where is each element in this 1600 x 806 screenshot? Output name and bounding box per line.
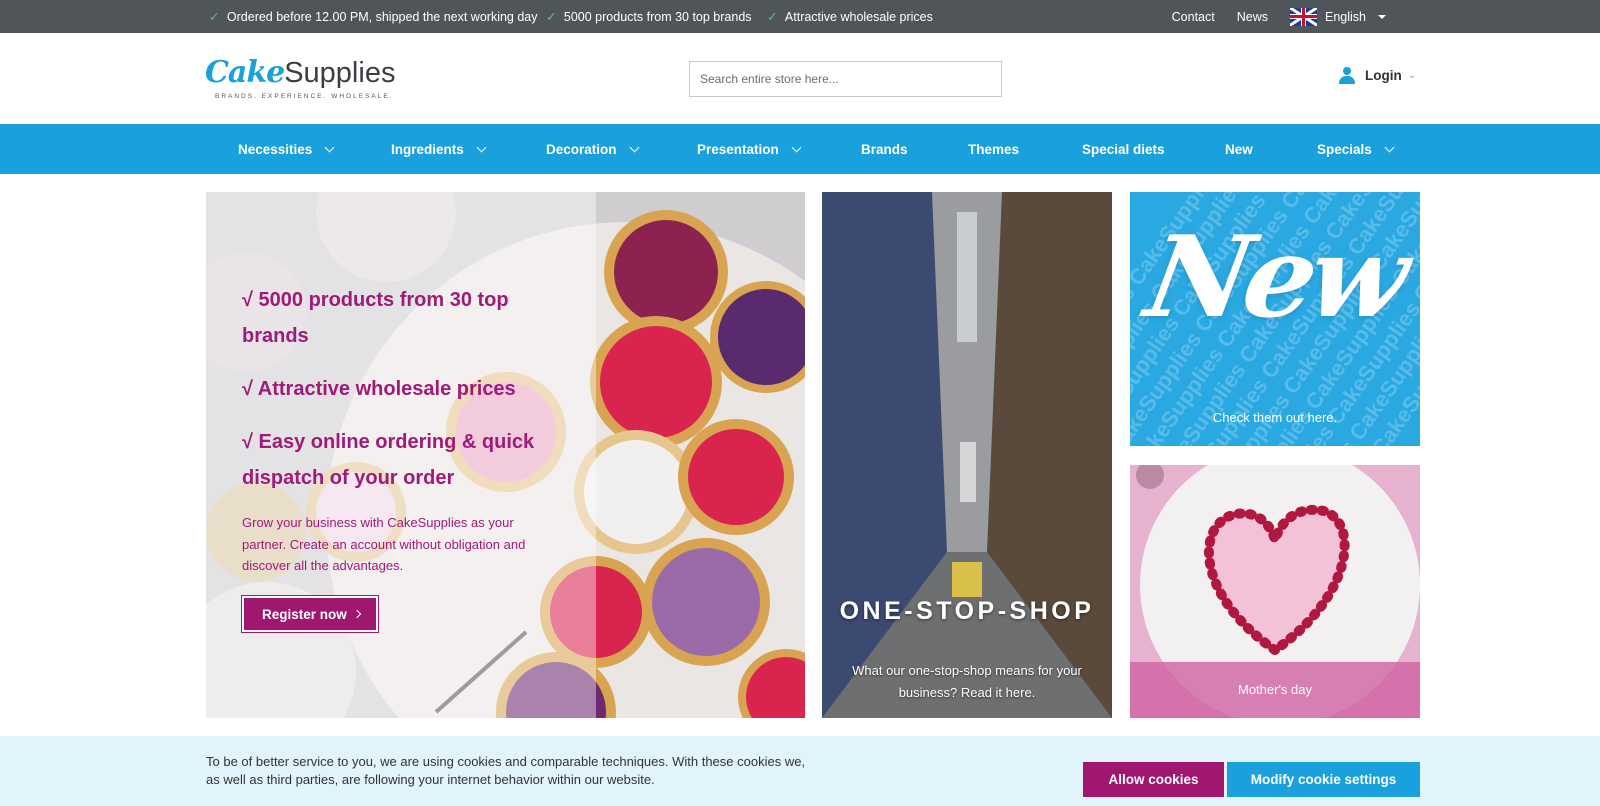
news-link[interactable]: News [1237, 10, 1268, 24]
mothers-day-tile[interactable]: Mother's day [1130, 465, 1420, 718]
top-bar: ✓ Ordered before 12.00 PM, shipped the n… [0, 0, 1600, 33]
usp-products: ✓ 5000 products from 30 top brands [546, 0, 752, 33]
logo-cake: Cake [205, 55, 285, 90]
nav-label: Themes [968, 141, 1020, 157]
top-links: Contact News English [1172, 0, 1386, 33]
warehouse-image [822, 192, 1112, 718]
register-label: Register now [262, 606, 347, 622]
one-stop-shop-tile[interactable]: ONE-STOP-SHOP What our one-stop-shop mea… [822, 192, 1112, 718]
language-selector[interactable]: English [1290, 7, 1386, 26]
nav-item-special-diets[interactable]: Special diets [1082, 124, 1165, 174]
one-stop-shop-subtitle: What our one-stop-shop means for your bu… [852, 663, 1082, 700]
new-subtitle: Check them out here. [1212, 410, 1338, 425]
nav-label: Special diets [1082, 141, 1165, 157]
chevron-down-icon [324, 142, 335, 152]
uk-flag-icon [1290, 7, 1317, 26]
usp-shipping: ✓ Ordered before 12.00 PM, shipped the n… [209, 0, 538, 33]
chevron-down-icon [791, 142, 802, 152]
nav-item-necessities[interactable]: Necessities [238, 124, 335, 174]
nav-item-decoration[interactable]: Decoration [546, 124, 639, 174]
logo-tagline: BRANDS. EXPERIENCE. WHOLESALE. [215, 93, 394, 100]
chevron-down-icon [1384, 142, 1395, 152]
cookie-banner: To be of better service to you, we are u… [0, 736, 1600, 806]
main-navigation: Necessities Ingredients Decoration Prese… [0, 124, 1600, 174]
logo-supplies: Supplies [284, 57, 396, 89]
login-label: Login [1365, 68, 1402, 83]
nav-item-new[interactable]: New [1225, 124, 1253, 174]
logo[interactable]: CakeSupplies BRANDS. EXPERIENCE. WHOLESA… [205, 55, 395, 105]
hero-point: √ Attractive wholesale prices [242, 378, 516, 400]
mothers-day-label: Mother's day [1237, 682, 1312, 697]
usp-prices: ✓ Attractive wholesale prices [767, 0, 933, 33]
nav-item-specials[interactable]: Specials [1317, 124, 1395, 174]
hero-banner[interactable]: √ 5000 products from 30 top brands √ Att… [206, 192, 805, 718]
header: CakeSupplies BRANDS. EXPERIENCE. WHOLESA… [0, 33, 1600, 124]
allow-cookies-button[interactable]: Allow cookies [1083, 762, 1224, 797]
nav-item-ingredients[interactable]: Ingredients [391, 124, 487, 174]
nav-item-themes[interactable]: Themes [968, 124, 1019, 174]
check-icon: ✓ [209, 8, 220, 24]
nav-label: Presentation [697, 141, 779, 157]
hero-point: √ 5000 products from 30 top brands [242, 289, 509, 347]
chevron-down-icon [629, 142, 639, 152]
new-title: New [1137, 212, 1413, 343]
user-icon [1339, 67, 1355, 84]
nav-label: Brands [861, 141, 908, 157]
search-input[interactable] [689, 61, 1002, 97]
chevron-right-icon [352, 609, 362, 619]
chevron-down-icon: ⌄ [1407, 70, 1417, 81]
check-icon: ✓ [767, 8, 778, 24]
contact-link[interactable]: Contact [1172, 10, 1215, 24]
check-icon: ✓ [546, 8, 557, 24]
nav-label: Specials [1317, 141, 1372, 157]
cookie-text: To be of better service to you, we are u… [206, 754, 806, 787]
usp-text: Ordered before 12.00 PM, shipped the nex… [226, 9, 538, 24]
usp-text: 5000 products from 30 top brands [563, 9, 752, 24]
nav-label: Necessities [238, 141, 313, 157]
nav-item-brands[interactable]: Brands [861, 124, 908, 174]
one-stop-shop-title: ONE-STOP-SHOP [839, 597, 1095, 625]
hero-points: √ 5000 products from 30 top brands √ Att… [242, 282, 552, 513]
nav-label: Ingredients [391, 141, 464, 157]
hero-intro: Grow your business with CakeSupplies as … [242, 515, 526, 573]
caret-down-icon [1378, 14, 1386, 19]
hero-point: √ Easy online ordering & quick dispatch … [242, 431, 535, 489]
chevron-down-icon [476, 142, 487, 152]
nav-label: Decoration [546, 141, 617, 157]
nav-label: New [1225, 141, 1253, 157]
login-button[interactable]: Login ⌄ [1339, 67, 1416, 84]
language-label: English [1325, 9, 1366, 24]
register-now-button[interactable]: Register now [242, 596, 378, 632]
nav-item-presentation[interactable]: Presentation [697, 124, 802, 174]
usp-text: Attractive wholesale prices [784, 9, 933, 24]
new-products-tile[interactable]: CakeSupplies CakeSupplies CakeSupplies C… [1130, 192, 1420, 446]
modify-cookie-settings-button[interactable]: Modify cookie settings [1227, 762, 1420, 797]
